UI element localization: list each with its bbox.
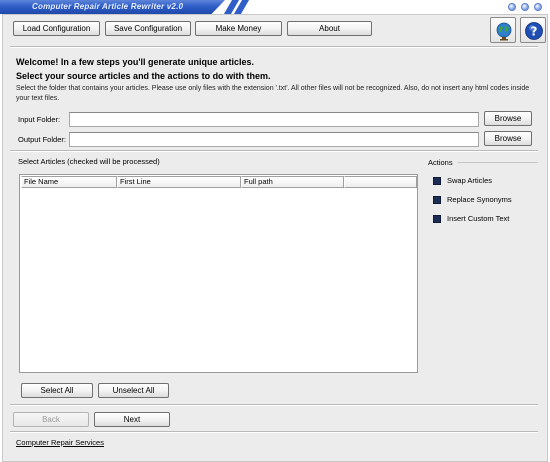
column-header-blank[interactable]	[344, 176, 417, 188]
load-configuration-button[interactable]: Load Configuration	[13, 21, 100, 36]
articles-section-label: Select Articles (checked will be process…	[18, 157, 160, 166]
svg-text:?: ?	[531, 25, 538, 39]
browse-input-button[interactable]: Browse	[484, 111, 532, 126]
replace-synonyms-label: Replace Synonyms	[447, 195, 512, 204]
select-all-button[interactable]: Select All	[21, 383, 93, 398]
window-title: Computer Repair Article Rewriter v2.0	[32, 2, 184, 11]
column-header-full-path[interactable]: Full path	[241, 176, 344, 188]
swap-articles-checkbox[interactable]	[433, 177, 441, 185]
actions-title: Actions	[428, 158, 453, 167]
about-button[interactable]: About	[287, 21, 372, 36]
instructions-text: Select the folder that contains your art…	[16, 85, 530, 102]
output-folder-label: Output Folder:	[18, 135, 66, 144]
footer-separator	[10, 431, 538, 433]
insert-custom-text-checkbox[interactable]	[433, 215, 441, 223]
welcome-line-1: Welcome! In a few steps you'll generate …	[16, 57, 255, 67]
input-folder-field[interactable]	[69, 112, 479, 127]
maximize-button[interactable]	[521, 3, 529, 11]
replace-synonyms-checkbox[interactable]	[433, 196, 441, 204]
save-configuration-button[interactable]: Save Configuration	[105, 21, 191, 36]
unselect-all-button[interactable]: Unselect All	[98, 383, 169, 398]
welcome-line-2: Select your source articles and the acti…	[16, 71, 271, 81]
insert-custom-text-label: Insert Custom Text	[447, 214, 510, 223]
column-header-file-name[interactable]: File Name	[21, 176, 117, 188]
help-button[interactable]: ?	[520, 17, 546, 43]
nav-separator	[10, 404, 538, 406]
actions-divider	[458, 162, 538, 163]
toolbar-separator	[10, 46, 538, 48]
browse-output-button[interactable]: Browse	[484, 131, 532, 146]
folders-separator	[10, 150, 538, 152]
minimize-button[interactable]	[508, 3, 516, 11]
swap-articles-label: Swap Articles	[447, 176, 493, 185]
make-money-button[interactable]: Make Money	[195, 21, 282, 36]
column-header-first-line[interactable]: First Line	[117, 176, 241, 188]
input-folder-label: Input Folder:	[18, 115, 61, 124]
globe-icon	[496, 22, 512, 41]
output-folder-field[interactable]	[69, 132, 479, 147]
close-button[interactable]	[534, 3, 542, 11]
back-button[interactable]: Back	[13, 412, 89, 427]
next-button[interactable]: Next	[94, 412, 170, 427]
globe-button[interactable]	[490, 17, 516, 43]
computer-repair-services-link[interactable]: Computer Repair Services	[16, 438, 104, 447]
help-icon: ?	[525, 22, 543, 40]
title-bar: Computer Repair Article Rewriter v2.0	[0, 0, 550, 14]
welcome-heading: Welcome! In a few steps you'll generate …	[16, 55, 271, 83]
articles-list[interactable]: File Name First Line Full path	[19, 174, 418, 373]
